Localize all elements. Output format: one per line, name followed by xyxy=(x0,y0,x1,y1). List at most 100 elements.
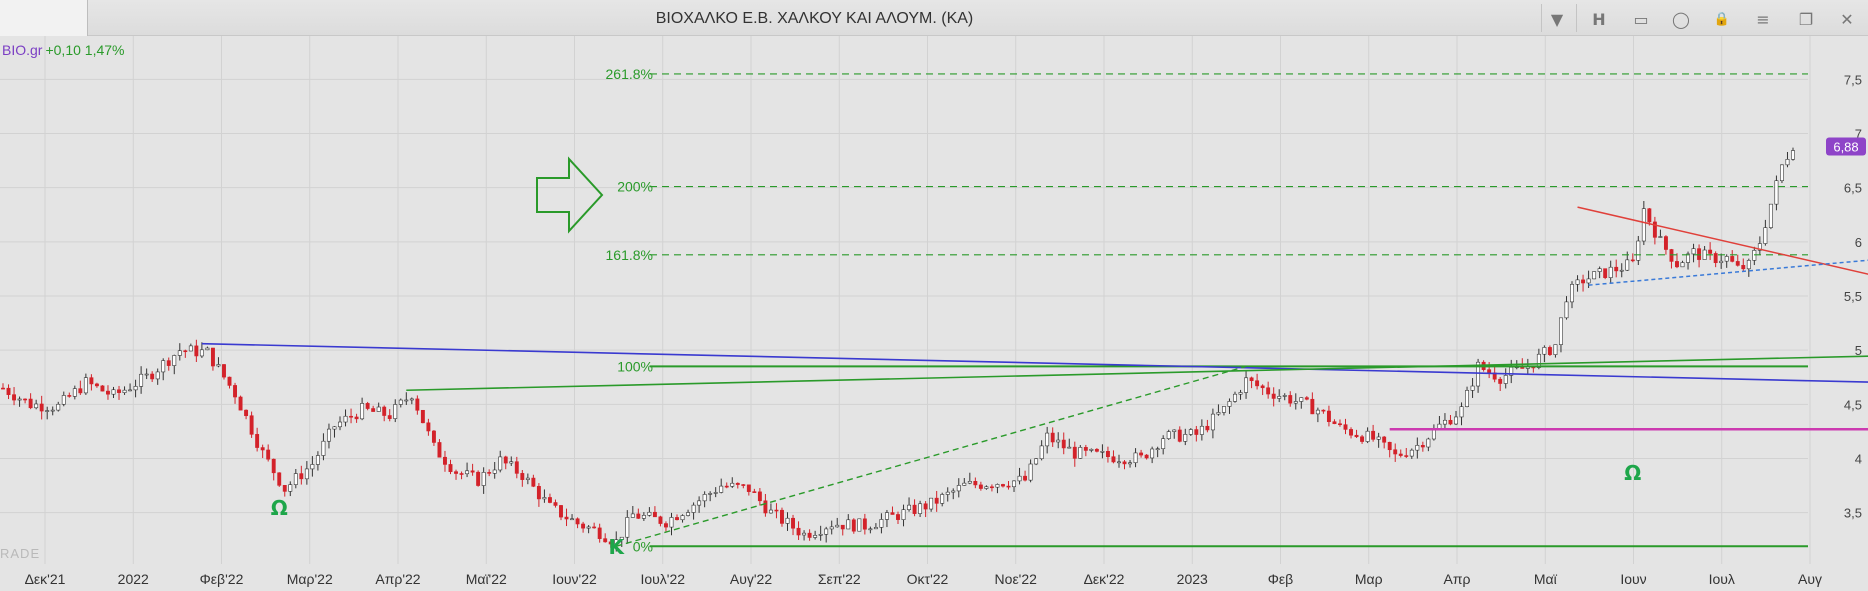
candle-body xyxy=(1398,453,1403,456)
candle-body xyxy=(1034,458,1039,465)
candle-body xyxy=(100,385,105,392)
candle-body xyxy=(1647,208,1652,223)
candle-body xyxy=(1592,271,1597,280)
candle-body xyxy=(470,470,475,473)
trendline-blue-resistance xyxy=(201,342,1868,383)
candle-body xyxy=(299,473,304,480)
candle-body xyxy=(1012,480,1016,488)
candle-body xyxy=(155,371,160,380)
h-button[interactable]: H xyxy=(1584,5,1614,33)
candle-body xyxy=(1597,268,1602,272)
price-tick-label: 5,5 xyxy=(1844,289,1862,304)
candle-body xyxy=(111,389,116,395)
menu-icon[interactable]: ≡ xyxy=(1748,5,1778,33)
candle-body xyxy=(1658,236,1663,238)
restore-icon[interactable]: ❐ xyxy=(1791,5,1821,33)
candle-body xyxy=(1144,454,1149,459)
candle-body xyxy=(465,470,470,475)
candle-body xyxy=(1255,380,1260,387)
candle-body xyxy=(1741,265,1746,270)
candle-body xyxy=(1277,396,1282,399)
time-tick-label: Δεκ'21 xyxy=(25,571,66,587)
price-chart[interactable]: 7,576,565,554,543,5Δεκ'21 2022 Φεβ'22 Μαρ'2… xyxy=(0,36,1868,591)
close-icon[interactable]: ✕ xyxy=(1832,5,1862,33)
candle-body xyxy=(1636,240,1641,261)
symbol-name: BIO.gr xyxy=(2,42,43,58)
candle-body xyxy=(260,447,265,451)
chat-icon[interactable]: ◯ xyxy=(1666,5,1696,33)
candle-body xyxy=(487,472,492,474)
candle-body xyxy=(531,477,536,487)
candle-body xyxy=(951,490,956,493)
candle-body xyxy=(448,464,453,472)
candle-body xyxy=(1089,448,1094,451)
candle-body xyxy=(791,517,795,529)
candle-body xyxy=(1001,484,1005,487)
time-tick-label: Σεπ'22 xyxy=(818,571,861,587)
candle-body xyxy=(106,390,110,395)
candle-body xyxy=(967,481,972,484)
candle-body xyxy=(72,388,77,397)
candle-body xyxy=(1050,432,1055,443)
candle-body xyxy=(697,500,702,506)
candle-body xyxy=(840,524,845,530)
candle-body xyxy=(1266,387,1271,395)
price-tick-label: 4,5 xyxy=(1844,397,1862,412)
candle-body xyxy=(1315,409,1320,415)
candle-body xyxy=(327,428,331,442)
candle-body xyxy=(796,527,801,536)
candle-body xyxy=(1122,461,1127,465)
candle-body xyxy=(1415,445,1420,451)
lock-icon[interactable]: 🔒 xyxy=(1707,5,1737,33)
candle-body xyxy=(575,518,580,525)
candle-body xyxy=(498,456,503,471)
candle-body xyxy=(404,399,409,402)
candle-body xyxy=(1691,248,1696,255)
dropdown-chevron-icon[interactable]: ▼ xyxy=(1542,5,1572,33)
chart-annotation: Ω xyxy=(1624,461,1641,485)
watermark: RADE xyxy=(0,546,41,561)
symbol-info: BIO.gr +0,10 1,47% xyxy=(2,42,124,58)
candle-body xyxy=(1078,447,1083,459)
candle-body xyxy=(1454,416,1458,425)
candle-body xyxy=(1365,430,1370,442)
candle-body xyxy=(995,484,1000,488)
candle-body xyxy=(829,526,834,530)
candle-body xyxy=(1503,375,1508,384)
candle-body xyxy=(1310,398,1315,415)
candle-body xyxy=(807,532,812,538)
panel-icon[interactable]: ▭ xyxy=(1626,5,1656,33)
candle-body xyxy=(255,434,260,448)
candle-body xyxy=(1459,406,1464,418)
candle-body xyxy=(1282,395,1287,397)
candle-body xyxy=(1128,462,1132,465)
candle-body xyxy=(1448,419,1453,425)
candle-body xyxy=(382,406,387,416)
candle-body xyxy=(680,515,685,521)
candle-body xyxy=(1343,424,1348,430)
candle-body xyxy=(1641,208,1646,242)
price-tick-label: 3,5 xyxy=(1844,506,1862,521)
candle-body xyxy=(1083,447,1088,451)
price-tick-label: 4 xyxy=(1855,452,1862,467)
candle-body xyxy=(1067,446,1072,449)
candle-body xyxy=(547,497,552,503)
candle-body xyxy=(503,456,508,464)
candle-body xyxy=(553,502,558,506)
candle-body xyxy=(713,492,718,494)
chart-area[interactable]: 7,5 7 6,5 6 5,5 5 4,5 4 3,5 Δεκ'21 2022 Φεβ'22 Μαρ'2… xyxy=(0,36,1868,591)
tab-stub[interactable] xyxy=(0,0,88,36)
time-tick-label: Νοε'22 xyxy=(995,571,1038,587)
time-tick-label: Ιουλ xyxy=(1709,571,1735,587)
candle-body xyxy=(1260,385,1265,389)
candle-body xyxy=(1630,259,1635,262)
time-tick-label: Οκτ'22 xyxy=(907,571,949,587)
time-tick-label: Μαϊ'22 xyxy=(466,571,507,587)
candle-body xyxy=(1442,419,1447,425)
candle-body xyxy=(249,415,254,435)
candle-body xyxy=(1271,393,1276,399)
candle-body xyxy=(973,481,978,486)
candle-body xyxy=(746,484,751,492)
candle-body xyxy=(210,347,215,367)
candle-body xyxy=(1205,425,1210,431)
